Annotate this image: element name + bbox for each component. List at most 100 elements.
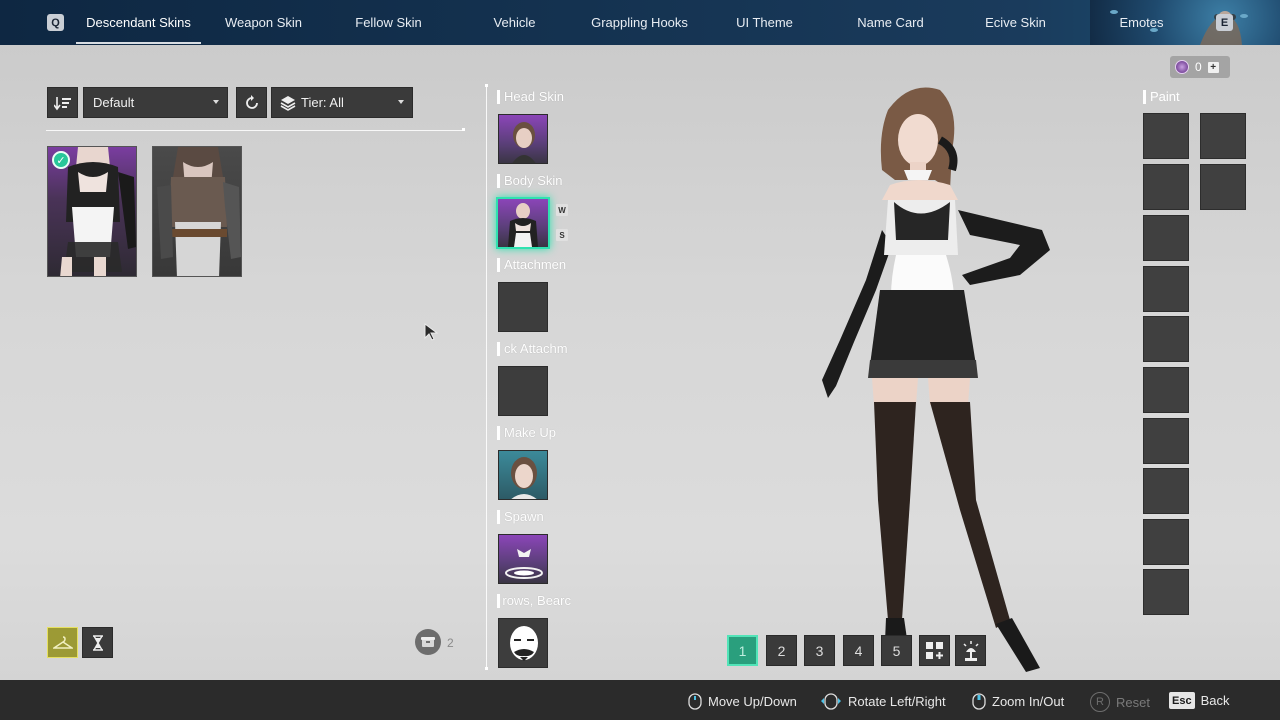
body-portrait <box>508 203 538 247</box>
head-skin-slot[interactable] <box>498 114 548 164</box>
chevron-down-icon <box>213 100 219 104</box>
tab-descendant-skins[interactable]: Descendant Skins <box>76 0 201 45</box>
storage-box-icon <box>415 629 441 655</box>
tab-grappling-hooks[interactable]: Grappling Hooks <box>577 0 702 45</box>
preset-1-button[interactable]: 1 <box>727 635 758 666</box>
paint-slot[interactable] <box>1143 164 1189 210</box>
bottom-hint-bar <box>0 680 1280 720</box>
makeup-label: Make Up <box>497 425 571 441</box>
set-badge: S <box>556 229 568 241</box>
equipped-check-icon: ✓ <box>52 151 70 169</box>
coin-icon <box>1175 60 1189 74</box>
paint-slot[interactable] <box>1143 418 1189 464</box>
paint-slot[interactable] <box>1143 569 1189 615</box>
paint-slot[interactable] <box>1143 519 1189 565</box>
tab-name-card[interactable]: Name Card <box>828 0 953 45</box>
next-tab-key[interactable]: E <box>1216 14 1233 31</box>
eyebrows-beard-slot[interactable] <box>498 618 548 668</box>
reset-text: Reset <box>1116 694 1150 710</box>
skin-count: 2 <box>447 636 454 650</box>
spawn-effect-icon <box>505 549 543 579</box>
add-preset-button[interactable] <box>919 635 950 666</box>
mouse-drag-icon <box>821 693 841 710</box>
character-model <box>822 87 1050 672</box>
sort-order-button[interactable] <box>47 87 78 118</box>
reset-filter-button[interactable] <box>236 87 267 118</box>
hint-rotate-text: Rotate Left/Right <box>848 693 946 709</box>
paint-slot[interactable] <box>1143 316 1189 362</box>
history-button[interactable] <box>82 627 113 658</box>
paint-slot[interactable] <box>1143 367 1189 413</box>
back-attachment-slot[interactable] <box>498 366 548 416</box>
hint-zoom-text: Zoom In/Out <box>992 693 1065 709</box>
preset-3-button[interactable]: 3 <box>804 635 835 666</box>
head-skin-label: Head Skin <box>497 89 571 105</box>
skin-card-default[interactable] <box>152 146 242 277</box>
preset-5-button[interactable]: 5 <box>881 635 912 666</box>
esc-key-icon: Esc <box>1169 692 1195 709</box>
filter-divider <box>46 128 465 131</box>
tab-emotes[interactable]: Emotes <box>1079 0 1204 45</box>
hint-rotate: Rotate Left/Right <box>820 692 946 710</box>
tier-dropdown-value: Tier: All <box>301 95 344 110</box>
sort-icon <box>53 96 71 110</box>
tier-dropdown[interactable]: Tier: All <box>271 87 413 118</box>
spawn-slot[interactable] <box>498 534 548 584</box>
beard-icon <box>510 626 538 661</box>
spawn-label: Spawn <box>497 509 571 525</box>
hourglass-icon <box>92 634 103 651</box>
lamp-icon <box>962 640 979 661</box>
layers-icon <box>280 96 296 111</box>
preset-4-button[interactable]: 4 <box>843 635 874 666</box>
tab-weapon-skin[interactable]: Weapon Skin <box>201 0 326 45</box>
sort-dropdown[interactable]: Default <box>83 87 228 118</box>
grid-add-icon <box>925 641 943 659</box>
section-divider <box>485 84 488 670</box>
reset-view-button[interactable]: R Reset <box>1090 692 1150 712</box>
paint-slot[interactable] <box>1143 113 1189 159</box>
mouse-scroll-icon <box>688 693 702 710</box>
weapon-badge: W <box>556 204 568 216</box>
back-attachment-label: ck Attachm <box>497 341 571 357</box>
paint-slot[interactable] <box>1143 215 1189 261</box>
default-skin-thumbnail <box>157 147 241 276</box>
eyebrows-beard-label: rows, Bearc <box>497 593 571 609</box>
mouse-wheel-icon <box>972 693 986 710</box>
lighting-button[interactable] <box>955 635 986 666</box>
hint-move: Move Up/Down <box>688 692 797 710</box>
tab-ui-theme[interactable]: UI Theme <box>702 0 827 45</box>
refresh-icon <box>245 94 258 109</box>
back-text: Back <box>1200 693 1230 708</box>
skin-card-maid[interactable]: ✓ <box>47 146 137 277</box>
add-currency-icon[interactable]: + <box>1207 61 1219 73</box>
hanger-icon <box>52 635 73 649</box>
tab-fellow-skin[interactable]: Fellow Skin <box>326 0 451 45</box>
tab-vehicle[interactable]: Vehicle <box>452 0 577 45</box>
sort-dropdown-value: Default <box>93 95 135 110</box>
attachment-slot[interactable] <box>498 282 548 332</box>
body-skin-label: Body Skin <box>497 173 571 189</box>
chevron-down-icon <box>398 100 404 104</box>
paint-slot[interactable] <box>1200 164 1246 210</box>
paint-slot[interactable] <box>1143 266 1189 312</box>
hint-zoom: Zoom In/Out <box>972 692 1064 710</box>
reset-key-icon: R <box>1090 692 1110 712</box>
head-portrait <box>512 122 536 163</box>
currency-display: 0 + <box>1170 56 1230 78</box>
body-skin-slot[interactable] <box>496 197 550 249</box>
wardrobe-button[interactable] <box>47 627 78 658</box>
top-navigation: Q Descendant Skins Weapon Skin Fellow Sk… <box>0 0 1280 45</box>
tab-ecive-skin[interactable]: Ecive Skin <box>953 0 1078 45</box>
back-button[interactable]: Esc Back <box>1169 692 1229 709</box>
preset-2-button[interactable]: 2 <box>766 635 797 666</box>
hint-move-text: Move Up/Down <box>708 693 797 709</box>
paint-slot[interactable] <box>1200 113 1246 159</box>
currency-amount: 0 <box>1195 60 1202 74</box>
paint-label: Paint <box>1143 89 1180 104</box>
paint-slot[interactable] <box>1143 468 1189 514</box>
makeup-slot[interactable] <box>498 450 548 500</box>
makeup-portrait <box>511 457 537 499</box>
mouse-cursor-icon <box>424 323 439 341</box>
prev-tab-key[interactable]: Q <box>47 14 64 31</box>
attachment-label: Attachmen <box>497 257 571 273</box>
